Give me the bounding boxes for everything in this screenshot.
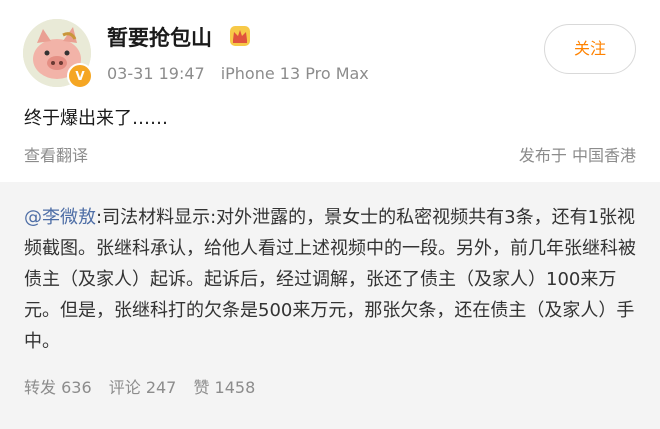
post-meta: 03-31 19:47 iPhone 13 Pro Max bbox=[107, 64, 369, 83]
follow-button[interactable]: 关注 bbox=[544, 24, 636, 74]
post-date: 03-31 19:47 bbox=[107, 64, 205, 83]
mention-link[interactable]: @李微敖 bbox=[24, 207, 96, 228]
post-device: iPhone 13 Pro Max bbox=[220, 64, 369, 83]
post-card: V 暂要抢包山 03-31 19:47 iPhone 13 Pro Max 关注 … bbox=[0, 0, 660, 182]
repost-count[interactable]: 转发 636 bbox=[24, 378, 92, 397]
reposted-content[interactable]: @李微敖:司法材料显示:对外泄露的，景女士的私密视频共有3条，还有1张视频截图。… bbox=[0, 182, 660, 429]
crown-icon bbox=[230, 26, 250, 46]
comment-count[interactable]: 评论 247 bbox=[109, 378, 177, 397]
repost-body: @李微敖:司法材料显示:对外泄露的，景女士的私密视频共有3条，还有1张视频截图。… bbox=[24, 202, 644, 357]
repost-stats: 转发 636 评论 247 赞 1458 bbox=[24, 374, 267, 398]
post-text: 终于爆出来了…… bbox=[24, 108, 168, 129]
username[interactable]: 暂要抢包山 bbox=[107, 22, 212, 52]
verified-badge-icon: V bbox=[67, 63, 93, 89]
like-count[interactable]: 赞 1458 bbox=[193, 378, 255, 397]
translate-link[interactable]: 查看翻译 bbox=[24, 142, 88, 166]
post-location: 发布于 中国香港 bbox=[518, 146, 636, 165]
repost-text: :司法材料显示:对外泄露的，景女士的私密视频共有3条，还有1张视频截图。张继科承… bbox=[24, 207, 636, 352]
